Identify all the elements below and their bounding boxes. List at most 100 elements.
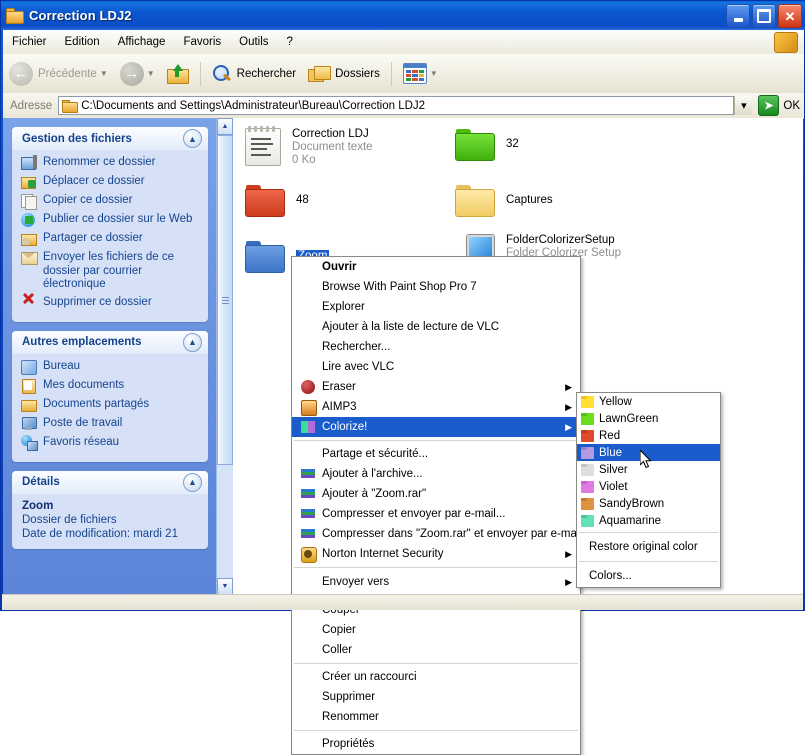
scroll-down-arrow-icon[interactable]: ▼ xyxy=(217,578,233,595)
menu-item-coller[interactable]: Coller xyxy=(292,640,580,660)
back-button[interactable]: ← Précédente ▼ xyxy=(3,58,114,90)
menu-item-ouvrir[interactable]: Ouvrir xyxy=(292,257,580,277)
go-arrow-icon: ➤ xyxy=(758,95,780,116)
desktop-icon xyxy=(21,359,37,375)
maximize-button[interactable] xyxy=(752,4,776,28)
minimize-button[interactable] xyxy=(726,4,750,28)
menu-item-norton-internet-security[interactable]: Norton Internet Security ▶ xyxy=(292,544,580,564)
menu-item-colorize[interactable]: Colorize! ▶ xyxy=(292,417,580,437)
menu-item-rechercher[interactable]: Rechercher... xyxy=(292,337,580,357)
menu-item-proprietes[interactable]: Propriétés xyxy=(292,734,580,754)
toolbar-separator xyxy=(199,61,201,86)
color-item-red[interactable]: Red xyxy=(577,427,720,444)
views-dropdown-icon[interactable]: ▼ xyxy=(430,69,438,78)
scroll-up-arrow-icon[interactable]: ▲ xyxy=(217,118,233,135)
address-input[interactable]: C:\Documents and Settings\Administrateur… xyxy=(58,96,735,115)
forward-dropdown-icon[interactable]: ▼ xyxy=(147,69,155,78)
menu-item-label: Ouvrir xyxy=(322,261,357,273)
menu-item-copier[interactable]: Copier xyxy=(292,620,580,640)
views-button[interactable]: ▼ xyxy=(397,58,444,90)
color-item-yellow[interactable]: Yellow xyxy=(577,393,720,410)
search-button[interactable]: Rechercher xyxy=(206,58,302,90)
menu-item-partage-securite[interactable]: Partage et sécurité... xyxy=(292,444,580,464)
folder-icon xyxy=(245,184,285,217)
color-item-lawngreen[interactable]: LawnGreen xyxy=(577,410,720,427)
menu-item-label: Colorize! xyxy=(322,421,368,433)
menu-item-browse-paintshop[interactable]: Browse With Paint Shop Pro 7 xyxy=(292,277,580,297)
sidebar-item-rename[interactable]: Renommer ce dossier xyxy=(21,155,202,171)
sidebar-item-favoris-reseau[interactable]: Favoris réseau xyxy=(21,434,202,451)
sidebar-item-copy[interactable]: Copier ce dossier xyxy=(21,193,202,210)
menu-item-eraser[interactable]: Eraser ▶ xyxy=(292,377,580,397)
list-item[interactable]: 48 xyxy=(245,184,309,217)
color-label: Aquamarine xyxy=(599,514,662,527)
menu-item-label: Coller xyxy=(322,644,353,656)
folders-button[interactable]: Dossiers xyxy=(302,58,386,90)
colors-dialog-item[interactable]: Colors... xyxy=(577,565,720,587)
menu-item-compresser-zoom-rar-email[interactable]: Compresser dans "Zoom.rar" et envoyer pa… xyxy=(292,524,582,544)
chevron-up-icon[interactable]: ▲ xyxy=(183,332,202,352)
menu-item-ajouter-archive[interactable]: Ajouter à l'archive... xyxy=(292,464,580,484)
sidebar-item-email[interactable]: Envoyer les fichiers de ce dossier par c… xyxy=(21,251,202,292)
sidebar-item-mes-documents[interactable]: Mes documents xyxy=(21,378,202,394)
menu-item-compresser-email[interactable]: Compresser et envoyer par e-mail... xyxy=(292,504,580,524)
back-dropdown-icon[interactable]: ▼ xyxy=(100,69,108,78)
context-menu: Ouvrir Browse With Paint Shop Pro 7 Expl… xyxy=(291,256,582,755)
menu-item-supprimer[interactable]: Supprimer xyxy=(292,687,580,707)
sidebar-item-poste-de-travail[interactable]: Poste de travail xyxy=(21,416,202,432)
folder-swatch-icon xyxy=(581,429,594,442)
sidebar-item-publish-web[interactable]: Publier ce dossier sur le Web xyxy=(21,213,202,228)
list-item[interactable]: Correction LDJ Document texte 0 Ko xyxy=(245,126,373,167)
list-item[interactable]: Captures xyxy=(455,184,553,217)
panel-header[interactable]: Gestion des fichiers ▲ xyxy=(12,127,208,150)
menu-item-renommer[interactable]: Renommer xyxy=(292,707,580,727)
menu-fichier[interactable]: Fichier xyxy=(3,33,56,51)
chevron-up-icon[interactable]: ▲ xyxy=(183,129,202,148)
menu-item-label: Copier xyxy=(322,624,356,636)
menu-help[interactable]: ? xyxy=(278,33,302,51)
menu-item-creer-raccourci[interactable]: Créer un raccourci xyxy=(292,667,580,687)
panel-header[interactable]: Détails ▲ xyxy=(12,470,208,494)
details-type: Dossier de fichiers xyxy=(22,513,117,526)
color-item-violet[interactable]: Violet xyxy=(577,478,720,495)
sidebar-item-documents-partages[interactable]: Documents partagés xyxy=(21,398,202,413)
restore-original-color-item[interactable]: Restore original color xyxy=(577,536,720,558)
file-name: Captures xyxy=(506,194,553,206)
menu-item-vlc-playlist[interactable]: Ajouter à la liste de lecture de VLC xyxy=(292,317,580,337)
menu-item-label: Ajouter à "Zoom.rar" xyxy=(322,488,427,500)
sidebar-item-share[interactable]: Partager ce dossier xyxy=(21,232,202,247)
up-button[interactable] xyxy=(161,58,195,90)
menu-edition[interactable]: Edition xyxy=(56,33,109,51)
sidebar-item-move[interactable]: Déplacer ce dossier xyxy=(21,175,202,190)
list-item[interactable]: 32 xyxy=(455,128,519,161)
menu-item-explorer[interactable]: Explorer xyxy=(292,297,580,317)
menu-affichage[interactable]: Affichage xyxy=(109,33,175,51)
close-button[interactable]: ✕ xyxy=(778,4,802,28)
menu-favoris[interactable]: Favoris xyxy=(174,33,230,51)
panel-header[interactable]: Autres emplacements ▲ xyxy=(12,330,208,354)
color-item-sandybrown[interactable]: SandyBrown xyxy=(577,495,720,512)
menu-outils[interactable]: Outils xyxy=(230,33,277,51)
menu-item-aimp3[interactable]: AIMP3 ▶ xyxy=(292,397,580,417)
go-button[interactable]: ➤ OK xyxy=(758,95,800,116)
forward-button[interactable]: → ▼ xyxy=(114,58,161,90)
scrollbar-thumb[interactable] xyxy=(217,135,233,465)
sidebar-item-label: Publier ce dossier sur le Web xyxy=(43,213,193,225)
sidebar-item-bureau[interactable]: Bureau xyxy=(21,359,202,375)
chevron-up-icon[interactable]: ▲ xyxy=(183,472,202,492)
sidebar-item-label: Partager ce dossier xyxy=(43,232,143,244)
details-body: Zoom Dossier de fichiers Date de modific… xyxy=(12,494,208,549)
sidebar-scrollbar[interactable]: ▲ ▼ xyxy=(216,118,233,595)
address-dropdown-button[interactable]: ▾ xyxy=(734,96,753,115)
menu-item-envoyer-vers[interactable]: Envoyer vers ▶ xyxy=(292,571,580,593)
color-label: SandyBrown xyxy=(599,497,665,510)
menu-item-lire-avec-vlc[interactable]: Lire avec VLC xyxy=(292,357,580,377)
go-label: OK xyxy=(783,99,800,112)
menu-separator xyxy=(579,561,718,562)
sidebar-item-label: Documents partagés xyxy=(43,397,150,410)
sidebar-item-delete[interactable]: Supprimer ce dossier xyxy=(21,292,202,311)
color-item-aquamarine[interactable]: Aquamarine xyxy=(577,512,720,529)
title-bar: Correction LDJ2 ✕ xyxy=(1,1,805,30)
copy-icon xyxy=(21,193,37,210)
menu-item-ajouter-zoom-rar[interactable]: Ajouter à "Zoom.rar" xyxy=(292,484,580,504)
